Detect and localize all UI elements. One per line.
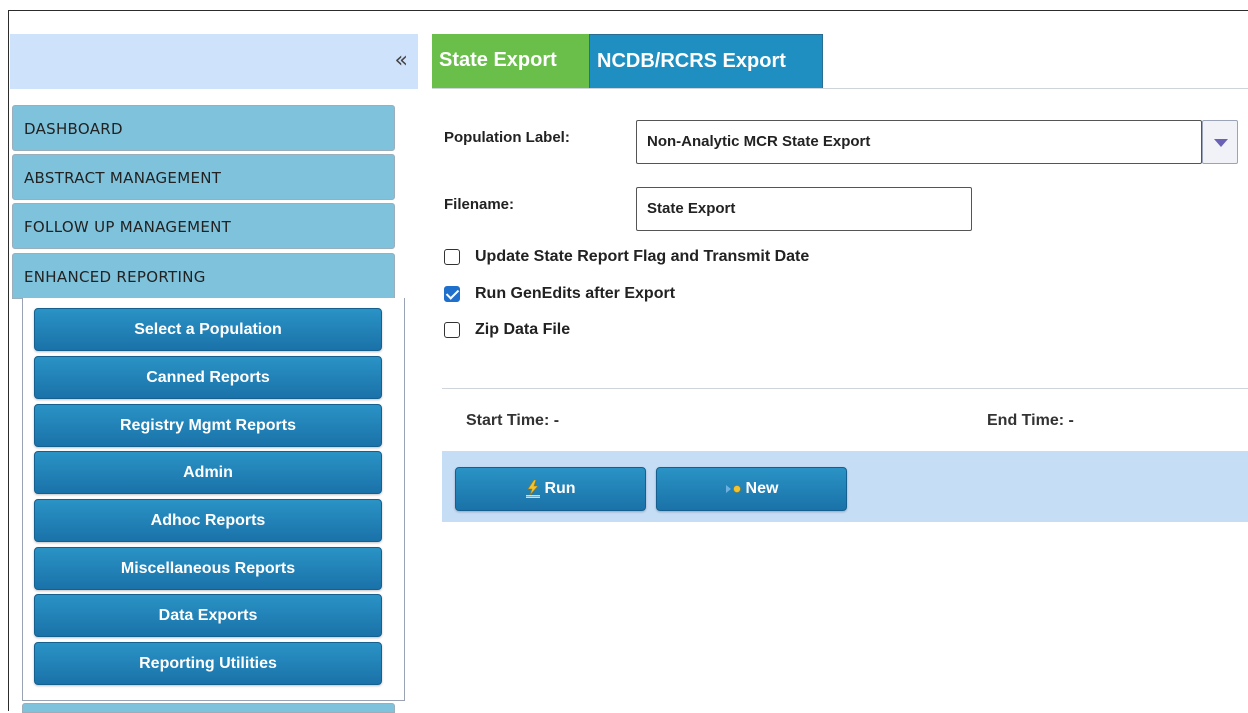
zip-data-file-option: Zip Data File: [444, 318, 570, 342]
select-population-button[interactable]: Select a Population: [34, 308, 382, 351]
update-state-report-checkbox[interactable]: [444, 249, 460, 265]
sidebar-item-enhanced-reporting[interactable]: ENHANCED REPORTING: [12, 253, 395, 299]
window-border-left: [8, 10, 9, 711]
update-state-report-option: Update State Report Flag and Transmit Da…: [444, 245, 809, 269]
data-exports-button[interactable]: Data Exports: [34, 594, 382, 637]
tab-ncdb-rcrs-export[interactable]: NCDB/RCRS Export: [589, 34, 823, 88]
admin-button[interactable]: Admin: [34, 451, 382, 494]
sidebar-item-follow-up-management[interactable]: FOLLOW UP MANAGEMENT: [12, 203, 395, 249]
collapse-sidebar-icon[interactable]: «: [395, 46, 408, 76]
sidebar-header: «: [10, 34, 418, 89]
action-bar: Run New: [442, 451, 1248, 522]
sidebar-item-label: FOLLOW UP MANAGEMENT: [24, 218, 232, 236]
run-button-label: Run: [544, 480, 576, 497]
checkbox-label: Update State Report Flag and Transmit Da…: [475, 248, 810, 265]
checkbox-label: Run GenEdits after Export: [475, 285, 676, 302]
end-time: End Time: -: [987, 412, 1074, 429]
registry-mgmt-reports-button[interactable]: Registry Mgmt Reports: [34, 404, 382, 447]
run-genedits-option: Run GenEdits after Export: [444, 282, 675, 306]
lightning-bolt-icon: [526, 480, 541, 498]
filename-input[interactable]: State Export: [636, 187, 972, 231]
filename-label: Filename:: [444, 196, 515, 213]
reporting-utilities-button[interactable]: Reporting Utilities: [34, 642, 382, 685]
new-button-label: New: [745, 480, 779, 497]
sidebar-item-label: DASHBOARD: [24, 120, 123, 138]
enhanced-reporting-submenu: Select a Population Canned Reports Regis…: [22, 298, 405, 701]
tab-state-export[interactable]: State Export: [432, 34, 589, 88]
sidebar-item-next[interactable]: [22, 703, 395, 713]
miscellaneous-reports-button[interactable]: Miscellaneous Reports: [34, 547, 382, 590]
start-time: Start Time: -: [466, 412, 560, 429]
population-dropdown-button[interactable]: [1202, 120, 1238, 164]
window-border-top: [8, 10, 1248, 11]
tab-divider: [432, 88, 1248, 89]
sidebar-item-dashboard[interactable]: DASHBOARD: [12, 105, 395, 151]
canned-reports-button[interactable]: Canned Reports: [34, 356, 382, 399]
new-button[interactable]: New: [656, 467, 847, 511]
arrow-dot-icon: [725, 485, 741, 493]
population-label: Population Label:: [444, 129, 570, 146]
run-button[interactable]: Run: [455, 467, 646, 511]
adhoc-reports-button[interactable]: Adhoc Reports: [34, 499, 382, 542]
sidebar-item-label: ABSTRACT MANAGEMENT: [24, 169, 222, 187]
population-input[interactable]: Non-Analytic MCR State Export: [636, 120, 1202, 164]
sidebar-item-abstract-management[interactable]: ABSTRACT MANAGEMENT: [12, 154, 395, 200]
section-divider: [442, 388, 1248, 389]
zip-data-file-checkbox[interactable]: [444, 322, 460, 338]
triangle-down-icon: [1214, 139, 1228, 147]
sidebar-item-label: ENHANCED REPORTING: [24, 268, 206, 286]
run-genedits-checkbox[interactable]: [444, 286, 460, 302]
checkbox-label: Zip Data File: [475, 321, 571, 338]
